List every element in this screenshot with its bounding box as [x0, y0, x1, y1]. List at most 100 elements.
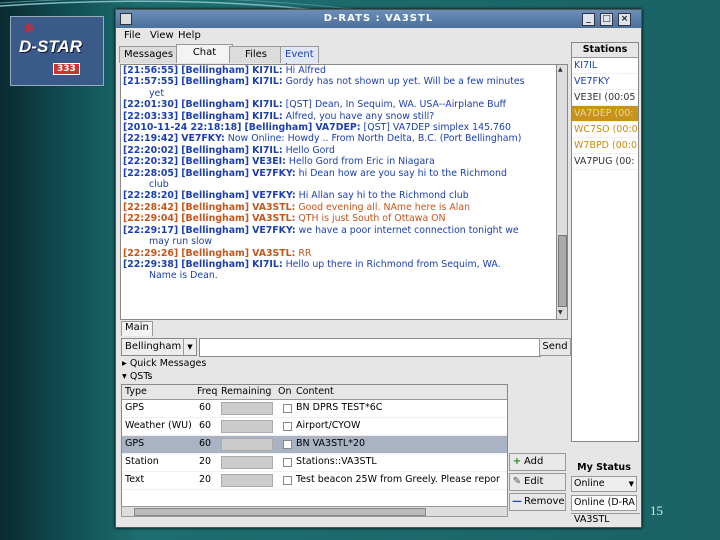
message-input[interactable] — [199, 338, 541, 357]
qst-on-checkbox[interactable] — [283, 422, 292, 431]
station-item[interactable]: WC7SO (00:0 — [572, 122, 638, 138]
remove-button[interactable]: — Remove — [509, 493, 566, 511]
chat-log[interactable]: [21:56:55] [Bellingham] KI7IL: Hi Alfred [21… — [120, 64, 558, 320]
chevron-down-icon[interactable]: ▼ — [629, 477, 634, 491]
stations-header: Stations — [572, 43, 638, 58]
tab-main[interactable]: Main — [121, 321, 153, 336]
channel-select[interactable]: Bellingham ▼ — [121, 338, 197, 356]
tab-messages[interactable]: Messages — [119, 46, 179, 63]
qst-remaining-bar — [221, 402, 273, 415]
chat-nick: KI7IL: — [252, 110, 283, 122]
chat-room: [Bellingham] — [181, 190, 250, 202]
station-item[interactable]: KI7IL — [572, 58, 638, 74]
scroll-down-icon[interactable]: ▼ — [558, 309, 563, 316]
chat-room: [Bellingham] — [181, 258, 250, 270]
status-select[interactable]: Online ▼ — [571, 476, 637, 492]
col-type[interactable]: Type — [125, 386, 147, 397]
qst-type: Text — [125, 474, 145, 485]
send-button[interactable]: Send — [539, 338, 571, 356]
logo-badge: 333 — [53, 63, 80, 75]
qsts-expander[interactable]: ▾ QSTs — [122, 371, 153, 382]
maximize-icon[interactable]: □ — [600, 13, 613, 26]
menu-help[interactable]: Help — [178, 30, 201, 41]
tab-event-log[interactable]: Event Log — [280, 46, 319, 73]
add-button[interactable]: + Add — [509, 453, 566, 471]
col-content[interactable]: Content — [296, 386, 334, 397]
maple-leaf-icon: ❄ — [23, 21, 35, 37]
qst-on-checkbox[interactable] — [283, 476, 292, 485]
qst-row[interactable]: Weather (WU) 60 Airport/CYOW — [122, 418, 507, 436]
chat-room: [Bellingham] — [181, 65, 250, 76]
logo-text: D-STAR — [19, 37, 82, 56]
chat-time: [22:29:26] — [123, 247, 179, 259]
menu-file[interactable]: File — [124, 30, 141, 41]
chat-nick: KI7IL: — [252, 65, 283, 76]
stations-panel[interactable]: Stations KI7IL VE7FKY VE3EI (00:05 VA7DEP (… — [571, 42, 639, 442]
station-item[interactable]: VE7FKY — [572, 74, 638, 90]
qst-on-checkbox[interactable] — [283, 458, 292, 467]
tab-files[interactable]: Files — [229, 46, 283, 63]
station-item[interactable]: VA7PUG (00: — [572, 154, 638, 170]
chat-line: [22:20:32] [Bellingham] VE3EI: Hello Gord f… — [121, 156, 557, 167]
col-freq[interactable]: Freq — [197, 386, 217, 397]
page-number: 15 — [650, 503, 663, 518]
close-icon[interactable]: × — [618, 13, 631, 26]
qst-content: Stations::VA3STL — [296, 456, 377, 467]
qst-hscroll-thumb[interactable] — [134, 508, 426, 516]
chevron-down-icon[interactable]: ▼ — [183, 339, 196, 355]
chat-line: [2010-11-24 22:18:18] [Bellingham] VA7DEP:… — [121, 122, 557, 133]
station-item[interactable]: VE3EI (00:05 — [572, 90, 638, 106]
chat-line-continued: club — [149, 179, 169, 191]
chat-line-continued: yet — [149, 87, 164, 99]
chat-line: [22:01:30] [Bellingham] KI7IL: [QST] Dean, … — [121, 99, 557, 110]
chat-time: [21:56:55] — [123, 65, 179, 76]
qst-table[interactable]: Type Freq Remaining On Content GPS 60 BN D… — [121, 384, 508, 508]
chat-room: [Bellingham] — [244, 122, 313, 134]
chat-line: [22:29:26] [Bellingham] VA3STL: RR — [121, 248, 557, 259]
chat-time: [2010-11-24 22:18:18] — [123, 122, 242, 134]
chat-message: Hello up there in Richmond from Sequim, … — [285, 258, 501, 270]
quick-messages-expander[interactable]: ▸ Quick Messages — [122, 358, 206, 369]
chat-time: [22:03:33] — [123, 110, 179, 122]
chat-room: [Bellingham] — [181, 144, 250, 156]
chat-nick: VE3EI: — [252, 156, 286, 168]
edit-button[interactable]: ✎ Edit — [509, 473, 566, 491]
chat-nick: VE7FKY: — [181, 133, 225, 145]
col-on[interactable]: On — [278, 386, 292, 397]
minus-icon: — — [512, 496, 522, 507]
status-message-input[interactable]: Online (D-RA — [571, 495, 637, 511]
qst-hscrollbar[interactable] — [121, 506, 508, 517]
tab-chat[interactable]: Chat — [176, 44, 233, 63]
qst-row[interactable]: Station 20 Stations::VA3STL — [122, 454, 507, 472]
chat-nick: VE7FKY: — [252, 224, 296, 236]
chat-message: Gordy has not shown up yet. Will be a fe… — [285, 76, 525, 88]
qst-on-checkbox[interactable] — [283, 440, 292, 449]
qst-row[interactable]: GPS 60 BN VA3STL*20 — [122, 436, 507, 454]
station-item[interactable]: VA7DEP (00: — [572, 106, 638, 122]
chat-message: RR — [298, 247, 312, 259]
chat-time: [22:28:20] — [123, 190, 179, 202]
scroll-up-icon[interactable]: ▲ — [558, 66, 563, 73]
chat-message: [QST] Dean, In Sequim, WA. USA--Airplane… — [285, 99, 506, 111]
qst-row[interactable]: Text 20 Test beacon 25W from Greely. Pleas… — [122, 472, 507, 490]
expander-open-icon: ▾ — [122, 371, 127, 382]
qst-on-checkbox[interactable] — [283, 404, 292, 413]
qst-row[interactable]: GPS 60 BN DPRS TEST*6C — [122, 400, 507, 418]
chat-message: Hi Allan say hi to the Richmond club — [298, 190, 469, 202]
qst-remaining-bar — [221, 438, 273, 451]
chat-scroll-thumb[interactable] — [558, 235, 567, 307]
my-status-label: My Status — [577, 462, 631, 473]
qst-type: Station — [125, 456, 159, 467]
edit-label: Edit — [524, 476, 544, 487]
title-bar[interactable]: D-RATS : VA3STL _ □ × — [116, 10, 641, 28]
menu-view[interactable]: View — [150, 30, 174, 41]
col-remaining[interactable]: Remaining — [221, 386, 271, 397]
qst-remaining-bar — [221, 456, 273, 469]
qst-freq: 60 — [199, 438, 212, 449]
station-item[interactable]: W7BPD (00:0 — [572, 138, 638, 154]
chat-room: [Bellingham] — [181, 110, 250, 122]
chat-scrollbar[interactable]: ▲ ▼ — [556, 64, 568, 320]
minimize-icon[interactable]: _ — [582, 13, 595, 26]
chat-room: [Bellingham] — [181, 213, 250, 225]
chat-line: [22:28:42] [Bellingham] VA3STL: Good evenin… — [121, 202, 557, 213]
